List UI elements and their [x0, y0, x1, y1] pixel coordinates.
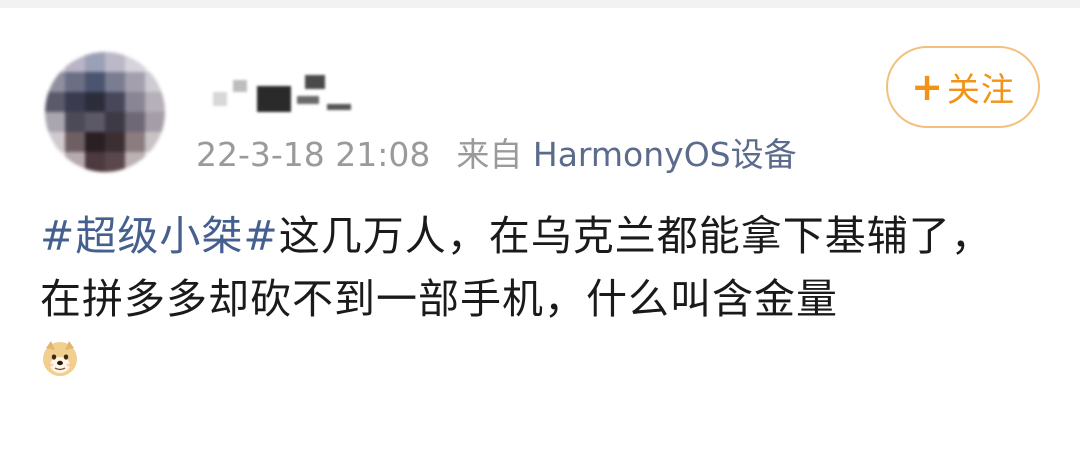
weibo-post-card: 22-3-18 21:08 来自 HarmonyOS设备 + 关注 #超级小桀#这…	[0, 0, 1080, 457]
source-prefix: 来自	[456, 135, 523, 174]
doge-emoji-icon	[43, 341, 77, 376]
follow-button[interactable]: + 关注	[886, 46, 1040, 128]
top-divider	[0, 0, 1080, 8]
plus-icon: +	[911, 65, 943, 109]
post-meta: 22-3-18 21:08 来自 HarmonyOS设备	[196, 133, 797, 177]
post-content: #超级小桀#这几万人，在乌克兰都能拿下基辅了，在拼多多却砍不到一部手机，什么叫含…	[40, 205, 1030, 331]
avatar[interactable]	[45, 52, 165, 172]
source-device-link[interactable]: HarmonyOS设备	[533, 135, 797, 174]
post-timestamp: 22-3-18 21:08	[196, 135, 431, 174]
username-redacted[interactable]	[205, 70, 355, 115]
hashtag-link[interactable]: #超级小桀#	[40, 212, 279, 260]
follow-button-label: 关注	[946, 70, 1015, 109]
